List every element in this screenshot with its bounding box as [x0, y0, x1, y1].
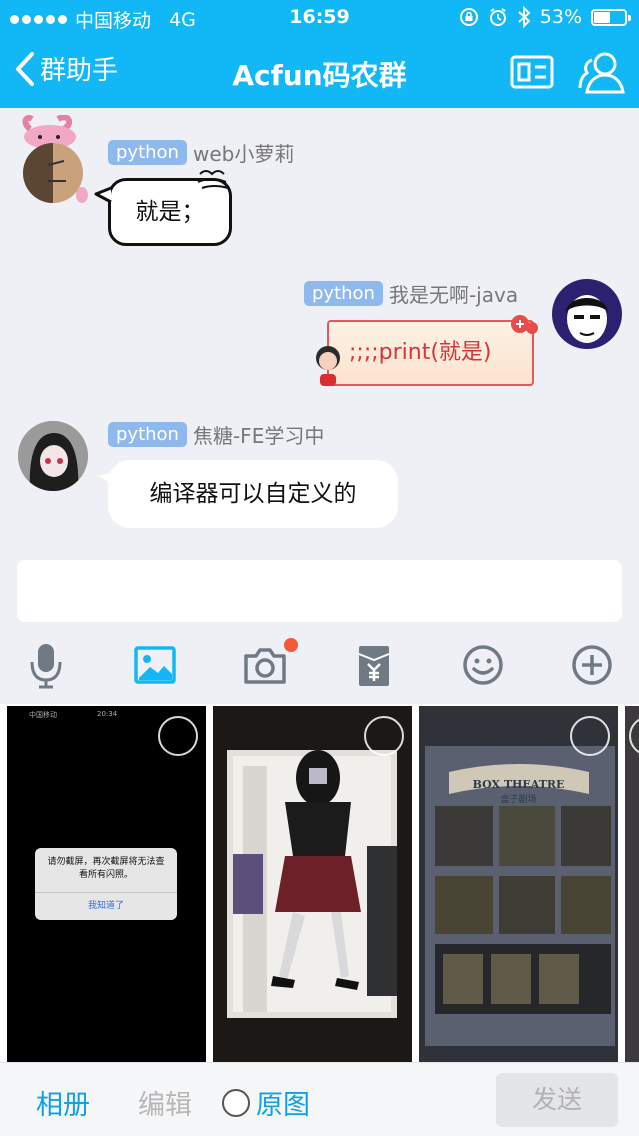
- photo-bottom-bar: 相册 编辑 原图 发送: [0, 1062, 639, 1136]
- bubble-flower-icon: [511, 315, 538, 334]
- message-bubble[interactable]: ;;;;print(就是): [327, 320, 534, 386]
- profile-icon: [578, 52, 625, 94]
- image-picker-button[interactable]: [130, 640, 180, 690]
- group-card-button[interactable]: [510, 54, 554, 94]
- message-text: 就是；: [135, 199, 205, 225]
- orientation-lock-icon: [459, 8, 478, 26]
- photo-thumbnail[interactable]: 中国移动 20:34 请勿截屏，再次截屏将无法查看所有闪照。 我知道了: [7, 706, 206, 1062]
- input-toolbar: [0, 630, 639, 700]
- select-circle[interactable]: [364, 716, 404, 756]
- avatar[interactable]: [18, 114, 88, 207]
- select-circle[interactable]: [158, 716, 198, 756]
- chevron-left-icon: [16, 51, 34, 86]
- carrier-label: 中国移动: [75, 10, 152, 32]
- battery-icon: [591, 8, 631, 26]
- send-button[interactable]: 发送: [496, 1073, 618, 1127]
- sender-name[interactable]: 焦糖-FE学习中: [193, 420, 324, 449]
- emoji-icon: [463, 645, 503, 685]
- navigation-bar: 群助手 Acfun码农群: [0, 36, 639, 108]
- notification-dot: [284, 638, 298, 652]
- group-members-button[interactable]: [578, 48, 626, 100]
- bluetooth-icon: [518, 6, 531, 28]
- microphone-icon: [30, 644, 62, 689]
- select-circle[interactable]: [570, 716, 610, 756]
- avatar[interactable]: [552, 279, 622, 349]
- photo-thumbnail[interactable]: [213, 706, 412, 1062]
- back-label: 群助手: [40, 56, 119, 86]
- image-icon: [134, 646, 176, 684]
- member-tag: python: [304, 281, 383, 306]
- sender-name[interactable]: web小萝莉: [193, 138, 294, 167]
- message-text: 编译器可以自定义的: [149, 481, 357, 507]
- camera-icon: [244, 648, 286, 684]
- member-tag: python: [108, 140, 187, 165]
- poster-title: BOX THEATRE: [472, 778, 565, 791]
- album-button[interactable]: 相册: [36, 1083, 90, 1122]
- bubble-decoration-icon: [197, 170, 229, 189]
- radio-circle-icon: [222, 1088, 250, 1117]
- battery-percent: 53%: [539, 6, 582, 28]
- voice-button[interactable]: [21, 640, 71, 690]
- photo-thumbnail[interactable]: BOX THEATRE 盒子剧场: [419, 706, 618, 1062]
- photo-thumbnail[interactable]: [625, 706, 639, 1062]
- back-button[interactable]: 群助手: [14, 50, 118, 87]
- red-packet-button[interactable]: [349, 640, 399, 690]
- alarm-icon: [489, 8, 506, 26]
- original-label: 原图: [256, 1090, 310, 1121]
- bubble-tail-icon: [98, 472, 112, 484]
- message-meta: python 我是无啊-java: [304, 279, 518, 308]
- message-bubble[interactable]: 编译器可以自定义的: [108, 460, 398, 528]
- signal-strength-icon: [10, 15, 67, 24]
- edit-button[interactable]: 编辑: [138, 1083, 192, 1122]
- message-meta: python 焦糖-FE学习中: [108, 420, 324, 449]
- plus-icon: [572, 645, 612, 685]
- more-button[interactable]: [567, 640, 617, 690]
- message-text: ;;;;print(就是): [349, 340, 492, 365]
- emoji-button[interactable]: [458, 640, 508, 690]
- original-image-toggle[interactable]: 原图: [222, 1083, 310, 1122]
- sender-name[interactable]: 我是无啊-java: [389, 279, 518, 308]
- red-packet-icon: [358, 646, 390, 686]
- photo-strip: 中国移动 20:34 请勿截屏，再次截屏将无法查看所有闪照。 我知道了 BOX …: [0, 704, 639, 1062]
- message-input[interactable]: [17, 560, 622, 622]
- member-tag: python: [108, 422, 187, 447]
- message-meta: python web小萝莉: [108, 138, 294, 167]
- avatar[interactable]: [18, 421, 88, 491]
- poster-subtitle: 盒子剧场: [500, 795, 537, 805]
- bubble-tail-icon: [94, 186, 112, 204]
- photo-dialog: 请勿截屏，再次截屏将无法查看所有闪照。 我知道了: [35, 848, 177, 920]
- id-card-icon: [510, 55, 554, 89]
- status-bar: 中国移动 4G 16:59 53%: [0, 0, 639, 36]
- sticker-avatar: [310, 344, 346, 388]
- battery-fill: [594, 11, 610, 23]
- network-label: 4G: [169, 8, 196, 31]
- camera-button[interactable]: [240, 638, 298, 690]
